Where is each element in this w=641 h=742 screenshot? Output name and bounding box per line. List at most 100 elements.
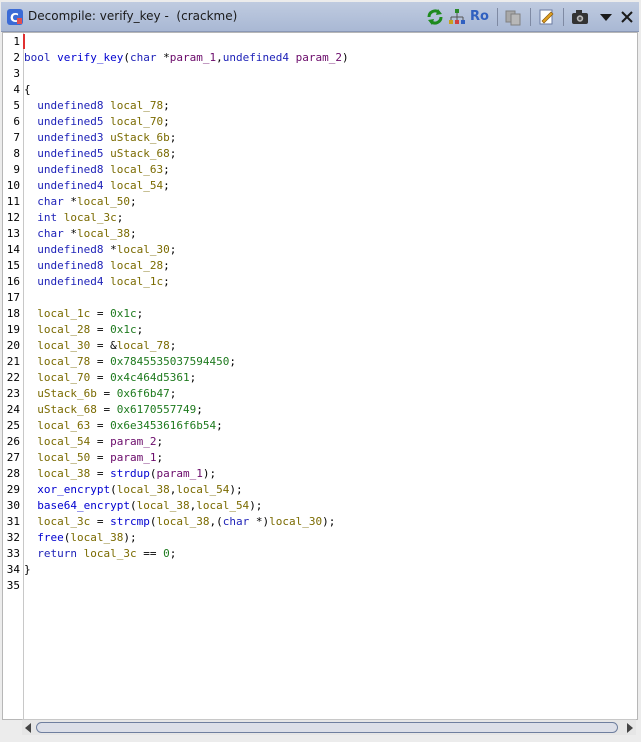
code-line[interactable]: 10 undefined4 local_54;: [3, 178, 637, 194]
code-text[interactable]: }: [24, 562, 31, 578]
code-text[interactable]: local_30 = &local_78;: [24, 338, 176, 354]
code-line[interactable]: 14 undefined8 *local_30;: [3, 242, 637, 258]
code-line[interactable]: 35: [3, 578, 637, 594]
code-line[interactable]: 9 undefined8 local_63;: [3, 162, 637, 178]
menu-dropdown-icon[interactable]: [597, 8, 615, 26]
code-line[interactable]: 15 undefined8 local_28;: [3, 258, 637, 274]
code-token: strcmp: [110, 515, 150, 528]
code-line[interactable]: 7 undefined3 uStack_6b;: [3, 130, 637, 146]
code-line[interactable]: 17: [3, 290, 637, 306]
code-text[interactable]: int local_3c;: [24, 210, 123, 226]
code-text[interactable]: local_28 = 0x1c;: [24, 322, 143, 338]
code-line[interactable]: 28 local_38 = strdup(param_1);: [3, 466, 637, 482]
snapshot-icon[interactable]: [571, 8, 589, 26]
code-line[interactable]: 19 local_28 = 0x1c;: [3, 322, 637, 338]
line-number: 26: [6, 435, 20, 448]
code-text[interactable]: xor_encrypt(local_38,local_54);: [24, 482, 242, 498]
code-line[interactable]: 22 local_70 = 0x4c464d5361;: [3, 370, 637, 386]
code-line[interactable]: 27 local_50 = param_1;: [3, 450, 637, 466]
code-text[interactable]: char *local_50;: [24, 194, 136, 210]
code-line[interactable]: 26 local_54 = param_2;: [3, 434, 637, 450]
code-text[interactable]: return local_3c == 0;: [24, 546, 176, 562]
line-number: 1: [13, 35, 20, 48]
code-text[interactable]: undefined4 local_1c;: [24, 274, 169, 290]
code-editor[interactable]: 1 2 bool verify_key(char *param_1,undefine…: [2, 32, 638, 720]
code-line[interactable]: 12 int local_3c;: [3, 210, 637, 226]
code-token: ;: [136, 307, 144, 320]
code-text[interactable]: local_78 = 0x7845535037594450;: [24, 354, 236, 370]
read-only-toggle[interactable]: Ro: [470, 8, 492, 26]
refresh-icon[interactable]: [426, 8, 444, 26]
copy-icon[interactable]: [504, 8, 522, 26]
code-text[interactable]: char *local_38;: [24, 226, 136, 242]
code-token: local_38: [156, 515, 210, 528]
code-text[interactable]: undefined5 local_70;: [24, 114, 169, 130]
code-line[interactable]: 24 uStack_68 = 0x6170557749;: [3, 402, 637, 418]
code-line[interactable]: 13 char *local_38;: [3, 226, 637, 242]
code-token: local_38: [77, 227, 130, 240]
code-text[interactable]: undefined4 local_54;: [24, 178, 169, 194]
horizontal-scrollbar[interactable]: [22, 719, 636, 735]
code-token: ,: [216, 51, 223, 64]
scrollbar-thumb[interactable]: [36, 722, 618, 733]
code-line[interactable]: 31 local_3c = strcmp(local_38,(char *)lo…: [3, 514, 637, 530]
code-text[interactable]: local_1c = 0x1c;: [24, 306, 143, 322]
code-token: ;: [196, 403, 203, 416]
code-text[interactable]: local_38 = strdup(param_1);: [24, 466, 216, 482]
code-text[interactable]: uStack_68 = 0x6170557749;: [24, 402, 203, 418]
code-token: local_30: [116, 243, 170, 256]
code-line[interactable]: 4{: [3, 82, 637, 98]
code-text[interactable]: base64_encrypt(local_38,local_54);: [24, 498, 262, 514]
code-line[interactable]: 25 local_63 = 0x6e3453616f6b54;: [3, 418, 637, 434]
code-token: ;: [169, 339, 177, 352]
line-number: 24: [6, 403, 20, 416]
code-line[interactable]: 23 uStack_6b = 0x6f6b47;: [3, 386, 637, 402]
code-line[interactable]: 34}: [3, 562, 637, 578]
edit-icon[interactable]: [538, 8, 556, 26]
title-bar: C Decompile: verify_key - (crackme) Ro: [1, 2, 639, 32]
code-line[interactable]: 33 return local_3c == 0;: [3, 546, 637, 562]
code-line[interactable]: 6 undefined5 local_70;: [3, 114, 637, 130]
code-line[interactable]: 5 undefined8 local_78;: [3, 98, 637, 114]
code-text[interactable]: undefined8 local_78;: [24, 98, 169, 114]
code-text[interactable]: undefined8 *local_30;: [24, 242, 176, 258]
code-token: ;: [189, 371, 197, 384]
code-line[interactable]: 8 undefined5 uStack_68;: [3, 146, 637, 162]
code-line[interactable]: 2 bool verify_key(char *param_1,undefined…: [3, 50, 637, 66]
code-line[interactable]: 30 base64_encrypt(local_38,local_54);: [3, 498, 637, 514]
scroll-right-arrow-icon[interactable]: [627, 723, 633, 733]
code-line[interactable]: 32 free(local_38);: [3, 530, 637, 546]
code-line[interactable]: 16 undefined4 local_1c;: [3, 274, 637, 290]
code-text[interactable]: bool verify_key(char *param_1,undefined4…: [24, 50, 349, 66]
code-line[interactable]: 29 xor_encrypt(local_38,local_54);: [3, 482, 637, 498]
close-icon[interactable]: [618, 8, 636, 26]
code-token: ;: [169, 243, 177, 256]
code-text[interactable]: undefined8 local_28;: [24, 258, 169, 274]
graph-icon[interactable]: [448, 8, 466, 26]
code-text[interactable]: undefined5 uStack_68;: [24, 146, 176, 162]
code-text[interactable]: undefined8 local_63;: [24, 162, 169, 178]
code-line[interactable]: 20 local_30 = &local_78;: [3, 338, 637, 354]
code-text[interactable]: {: [24, 82, 31, 98]
code-line[interactable]: 3: [3, 66, 637, 82]
code-line[interactable]: 11 char *local_50;: [3, 194, 637, 210]
code-text[interactable]: local_63 = 0x6e3453616f6b54;: [24, 418, 222, 434]
scroll-left-arrow-icon[interactable]: [25, 723, 31, 733]
code-text[interactable]: uStack_6b = 0x6f6b47;: [24, 386, 176, 402]
code-text[interactable]: local_54 = param_2;: [24, 434, 163, 450]
code-text[interactable]: free(local_38);: [24, 530, 136, 546]
code-line[interactable]: 18 local_1c = 0x1c;: [3, 306, 637, 322]
code-token: =: [90, 355, 111, 368]
code-token: =: [96, 387, 117, 400]
code-line[interactable]: 1: [3, 34, 637, 50]
code-text[interactable]: local_70 = 0x4c464d5361;: [24, 370, 196, 386]
code-text[interactable]: undefined3 uStack_6b;: [24, 130, 176, 146]
code-text[interactable]: local_50 = param_1;: [24, 450, 163, 466]
code-line[interactable]: 21 local_78 = 0x7845535037594450;: [3, 354, 637, 370]
code-text[interactable]: local_3c = strcmp(local_38,(char *)local…: [24, 514, 335, 530]
